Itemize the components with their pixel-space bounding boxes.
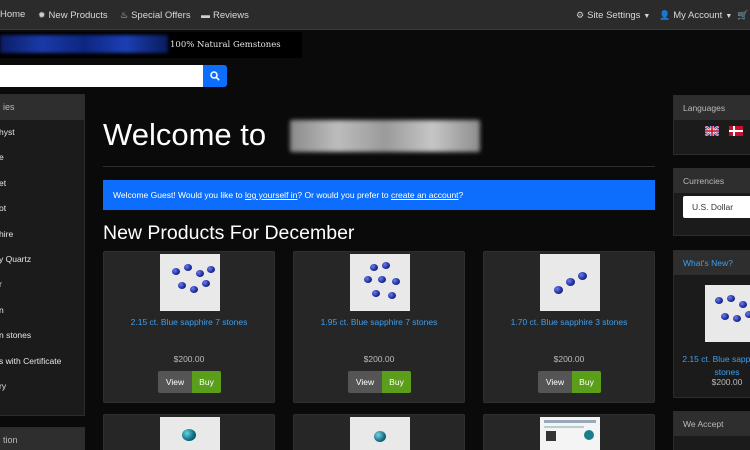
- tagline: 100% Natural Gemstones: [170, 40, 281, 50]
- welcome-heading: Welcome to: [103, 117, 267, 152]
- whats-new-heading[interactable]: What's New?: [674, 251, 750, 275]
- user-icon: 👤: [659, 10, 671, 20]
- category-item[interactable]: e: [0, 145, 84, 170]
- currencies-heading: Currencies: [674, 169, 750, 193]
- product-card: [293, 414, 465, 450]
- whats-new-title-link[interactable]: 2.15 ct. Blue sapphire 7 stones: [682, 353, 750, 379]
- store-name-redacted: [290, 120, 480, 152]
- product-card: [103, 414, 275, 450]
- whats-new-image[interactable]: [705, 285, 750, 342]
- view-button[interactable]: View: [158, 371, 192, 393]
- buy-button[interactable]: Buy: [572, 371, 601, 393]
- nav-site-settings[interactable]: ⚙ Site Settings ▼: [576, 0, 650, 30]
- view-button[interactable]: View: [348, 371, 382, 393]
- section-title: New Products For December: [103, 222, 355, 244]
- search-input[interactable]: [0, 65, 204, 87]
- product-card: 1.70 ct. Blue sapphire 3 stones $200.00 …: [483, 251, 655, 403]
- welcome-alert: Welcome Guest! Would you like to log you…: [103, 180, 655, 210]
- nav-reviews-label: Reviews: [213, 10, 249, 21]
- whats-new-panel: What's New? 2.15 ct. Blue sapphire 7 sto…: [673, 250, 750, 398]
- logo-band: 100% Natural Gemstones: [0, 32, 302, 58]
- site-logo[interactable]: [0, 35, 168, 53]
- languages-panel: Languages: [673, 95, 750, 155]
- fire-icon: ♨: [120, 10, 129, 20]
- nav-site-settings-label: Site Settings: [587, 10, 641, 21]
- comment-icon: ▬: [201, 10, 210, 20]
- product-title-link[interactable]: 1.95 ct. Blue sapphire 7 stones: [294, 317, 464, 327]
- currencies-panel: Currencies U.S. Dollar: [673, 168, 750, 236]
- category-item[interactable]: hire: [0, 222, 84, 247]
- category-item[interactable]: s with Certificate: [0, 349, 84, 374]
- categories-panel: ies hyst e et ot hire y Quartz r n n stones s wit…: [0, 94, 85, 416]
- category-item[interactable]: n: [0, 298, 84, 323]
- we-accept-panel: We Accept: [673, 411, 750, 450]
- cart-icon: 🛒: [737, 10, 749, 20]
- category-item[interactable]: r: [0, 272, 84, 297]
- categories-heading: ies: [0, 95, 84, 120]
- whats-new-price: $200.00: [711, 377, 743, 387]
- category-item[interactable]: y Quartz: [0, 247, 84, 272]
- product-image[interactable]: [160, 254, 220, 311]
- uk-flag-icon[interactable]: [705, 126, 719, 136]
- denmark-flag-icon[interactable]: [729, 126, 743, 136]
- login-link[interactable]: log yourself in: [245, 190, 297, 200]
- alert-text-prefix: Welcome Guest! Would you like to: [113, 190, 245, 200]
- nav-home[interactable]: Home: [0, 0, 25, 30]
- product-card: [483, 414, 655, 450]
- product-price: $200.00: [363, 354, 395, 364]
- languages-heading: Languages: [674, 96, 750, 120]
- top-navbar: Home ✹ New Products ♨ Special Offers ▬ Revi…: [0, 0, 750, 30]
- category-list: hyst e et ot hire y Quartz r n n stones s with Ce…: [0, 120, 84, 399]
- nav-my-account[interactable]: 👤 My Account ▼: [659, 0, 732, 30]
- product-image[interactable]: [350, 254, 410, 311]
- nav-my-account-label: My Account: [673, 10, 723, 21]
- product-image[interactable]: [160, 417, 220, 450]
- view-button[interactable]: View: [538, 371, 572, 393]
- search-button[interactable]: [203, 65, 227, 87]
- we-accept-heading: We Accept: [674, 412, 750, 436]
- product-title-link[interactable]: 1.70 ct. Blue sapphire 3 stones: [484, 317, 654, 327]
- product-title-link[interactable]: 2.15 ct. Blue sapphire 7 stones: [104, 317, 274, 327]
- product-price: $200.00: [173, 354, 205, 364]
- category-item[interactable]: et: [0, 171, 84, 196]
- caret-down-icon: ▼: [643, 13, 651, 20]
- buy-button[interactable]: Buy: [192, 371, 221, 393]
- nav-cart[interactable]: 🛒: [737, 0, 750, 30]
- nav-new-products-label: New Products: [48, 10, 108, 21]
- category-item[interactable]: n stones: [0, 323, 84, 348]
- second-left-panel: tion: [0, 427, 85, 450]
- sun-icon: ✹: [38, 10, 46, 20]
- alert-text-suffix: ?: [458, 190, 464, 200]
- second-left-heading: tion: [0, 428, 84, 450]
- create-account-link[interactable]: create an account: [391, 190, 459, 200]
- nav-special-offers[interactable]: ♨ Special Offers: [120, 0, 191, 30]
- category-item[interactable]: ot: [0, 196, 84, 221]
- category-item[interactable]: hyst: [0, 120, 84, 145]
- nav-new-products[interactable]: ✹ New Products: [38, 0, 108, 30]
- category-item[interactable]: ry: [0, 374, 84, 399]
- search-icon: [210, 71, 220, 81]
- currency-select[interactable]: U.S. Dollar: [683, 196, 750, 218]
- product-image[interactable]: [350, 417, 410, 450]
- product-price: $200.00: [553, 354, 585, 364]
- buy-button[interactable]: Buy: [382, 371, 411, 393]
- caret-down-icon: ▼: [725, 13, 733, 20]
- nav-special-offers-label: Special Offers: [131, 10, 191, 21]
- nav-home-label: Home: [0, 9, 26, 20]
- product-card: 1.95 ct. Blue sapphire 7 stones $200.00 …: [293, 251, 465, 403]
- product-card: 2.15 ct. Blue sapphire 7 stones $200.00 …: [103, 251, 275, 403]
- nav-reviews[interactable]: ▬ Reviews: [201, 0, 249, 30]
- certificate-image[interactable]: [540, 417, 600, 450]
- gear-icon: ⚙: [576, 10, 585, 20]
- alert-text-middle: ? Or would you prefer to: [297, 190, 391, 200]
- product-image[interactable]: [540, 254, 600, 311]
- divider: [103, 166, 655, 167]
